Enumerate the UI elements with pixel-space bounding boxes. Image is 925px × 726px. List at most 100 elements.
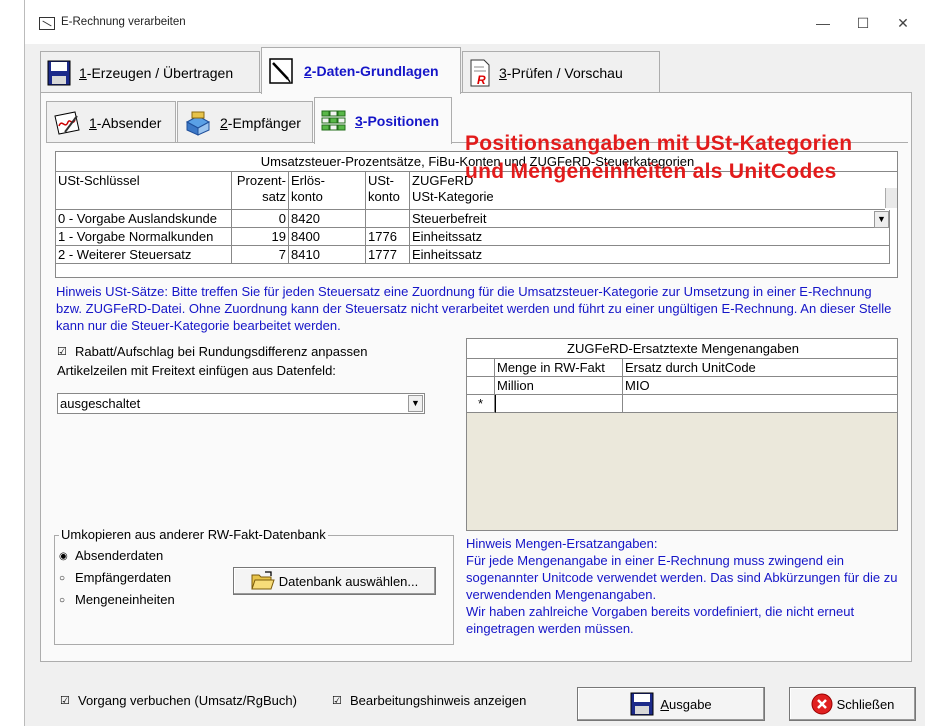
output-label: usgabe (669, 696, 712, 712)
floppy-disk-icon (630, 692, 654, 716)
show-hint-option[interactable]: ☑ Bearbeitungshinweis anzeigen (332, 693, 526, 708)
radio-empfaengerdaten[interactable]: ○ Empfängerdaten (59, 570, 171, 585)
unit-row-selector[interactable] (467, 377, 495, 395)
vat-header-revenue-account: Erlös-konto (289, 172, 366, 210)
minimize-button[interactable]: — (803, 10, 843, 36)
tab-erzeugen-key: 1 (79, 64, 87, 81)
book-checkbox[interactable]: ☑ (60, 695, 72, 708)
subtab-empfaenger-label: -Empfänger (227, 114, 301, 131)
vat-row-0-revenue[interactable]: 8420 (289, 210, 366, 228)
unit-hint-title: Hinweis Mengen-Ersatzangaben: (466, 536, 658, 551)
title-bar: E-Rechnung verarbeiten — ☐ ✕ (25, 0, 925, 44)
unit-row-0-quantity[interactable]: Million (495, 377, 623, 395)
book-label: Vorgang verbuchen (Umsatz/RgBuch) (78, 693, 297, 708)
subtab-absender[interactable]: 1-Absender (46, 101, 176, 143)
vat-row-2-revenue[interactable]: 8410 (289, 246, 366, 264)
tab-page-positionen: Umsatzsteuer-Prozentsätze, FiBu-Konten u… (46, 142, 908, 657)
vat-row-1-category[interactable]: Einheitssatz (410, 228, 890, 246)
unit-table-caption: ZUGFeRD-Ersatztexte Mengenangaben (467, 339, 897, 359)
recipient-box-icon (185, 111, 211, 136)
radio-absenderdaten-label: Absenderdaten (75, 548, 164, 563)
grid-list-icon (321, 110, 346, 131)
radio-empty-icon[interactable]: ○ (59, 595, 69, 606)
tab-pruefen-vorschau[interactable]: R 3-Prüfen / Vorschau (462, 51, 660, 93)
book-transaction-option[interactable]: ☑ Vorgang verbuchen (Umsatz/RgBuch) (60, 693, 297, 708)
show-hint-checkbox[interactable]: ☑ (332, 695, 344, 708)
tab-daten-label: -Daten-Grundlagen (311, 63, 439, 79)
radio-selected-icon[interactable]: ◉ (59, 551, 69, 562)
vat-row-1-key[interactable]: 1 - Vorgabe Normalkunden (56, 228, 232, 246)
freetext-value: ausgeschaltet (60, 396, 141, 411)
unit-hint-more: Wir haben zahlreiche Vorgaben bereits vo… (466, 604, 855, 636)
select-database-button[interactable]: Datenbank auswählen... (233, 567, 436, 595)
floppy-disk-icon (47, 60, 71, 85)
vat-row-2-category[interactable]: Einheitssatz (410, 246, 890, 264)
signature-icon (54, 110, 80, 135)
vat-row-0-key[interactable]: 0 - Vorgabe Auslandskunde (56, 210, 232, 228)
window-title: E-Rechnung verarbeiten (61, 16, 186, 28)
copy-group-legend: Umkopieren aus anderer RW-Fakt-Datenbank (59, 527, 328, 542)
unit-header-selector (467, 359, 495, 377)
vat-row-1-rate[interactable]: 19 (232, 228, 289, 246)
subtab-positionen-label: -Positionen (362, 113, 440, 129)
output-key: A (660, 696, 669, 712)
subtab-positionen[interactable]: 3-Positionen (314, 97, 452, 144)
vat-row-1-vat-account[interactable]: 1776 (366, 228, 410, 246)
unit-header-quantity: Menge in RW-Fakt (495, 359, 623, 377)
window: E-Rechnung verarbeiten — ☐ ✕ 1-Erzeugen … (24, 0, 925, 726)
radio-empty-icon[interactable]: ○ (59, 573, 69, 584)
radio-mengeneinheiten[interactable]: ○ Mengeneinheiten (59, 592, 175, 607)
subtab-positionen-key: 3 (355, 113, 363, 129)
tab-pruefen-label: -Prüfen / Vorschau (506, 64, 623, 81)
radio-empfaengerdaten-label: Empfängerdaten (75, 570, 172, 585)
unit-new-row-code[interactable] (623, 395, 897, 413)
vat-row-1-revenue[interactable]: 8400 (289, 228, 366, 246)
svg-text:R: R (477, 73, 486, 87)
unit-hint: Hinweis Mengen-Ersatzangaben: Für jede M… (466, 535, 906, 650)
vat-row-2-rate[interactable]: 7 (232, 246, 289, 264)
tab-pruefen-key: 3 (499, 64, 507, 81)
edit-document-icon (269, 58, 293, 84)
tab-daten-grundlagen[interactable]: 2-Daten-Grundlagen (261, 47, 461, 94)
freetext-field-select[interactable]: ausgeschaltet ▼ (57, 393, 425, 414)
show-hint-label: Bearbeitungshinweis anzeigen (350, 693, 527, 708)
vat-hint-text: Hinweis USt-Sätze: Bitte treffen Sie für… (56, 284, 892, 333)
unit-header-unitcode: Ersatz durch UnitCode (623, 359, 897, 377)
subtab-absender-key: 1 (89, 114, 97, 131)
close-button[interactable]: Schließen (789, 687, 916, 721)
copy-database-group: Umkopieren aus anderer RW-Fakt-Datenbank… (54, 527, 454, 645)
select-database-label: Datenbank auswählen... (278, 573, 419, 589)
unit-new-row-quantity[interactable] (495, 395, 623, 413)
rounding-option[interactable]: ☑ Rabatt/Aufschlag bei Rundungsdifferenz … (57, 344, 367, 359)
overlay-annotation: Positionsangaben mit USt-Kategorien und … (465, 132, 853, 183)
vat-header-vat-account: USt-konto (366, 172, 410, 210)
maximize-button[interactable]: ☐ (843, 10, 883, 36)
vat-row-2-key[interactable]: 2 - Weiterer Steuersatz (56, 246, 232, 264)
chevron-down-icon[interactable]: ▼ (408, 395, 423, 412)
unit-code-table[interactable]: ZUGFeRD-Ersatztexte Mengenangaben Menge … (466, 338, 898, 531)
vat-row-0-vat-account[interactable] (366, 210, 410, 228)
category-dropdown-button[interactable]: ▼ (874, 211, 889, 228)
vat-row-0-rate[interactable]: 0 (232, 210, 289, 228)
vat-row-0-category[interactable]: Steuerbefreit (410, 210, 890, 228)
vat-header-rate: Prozent-satz (232, 172, 289, 210)
subtab-absender-label: -Absender (96, 114, 162, 131)
rounding-label: Rabatt/Aufschlag bei Rundungsdifferenz a… (75, 344, 368, 359)
unit-row-0-code[interactable]: MIO (623, 377, 897, 395)
freetext-label: Artikelzeilen mit Freitext einfügen aus … (57, 363, 336, 378)
new-row-marker: * (467, 395, 495, 413)
close-icon (811, 693, 833, 715)
radio-absenderdaten[interactable]: ◉ Absenderdaten (59, 548, 163, 563)
vat-header-key: USt-Schlüssel (56, 172, 232, 210)
tab-erzeugen-label: -Erzeugen / Übertragen (86, 64, 234, 81)
vat-row-2-vat-account[interactable]: 1777 (366, 246, 410, 264)
subtab-empfaenger[interactable]: 2-Empfänger (177, 101, 313, 143)
rounding-checkbox[interactable]: ☑ (57, 346, 69, 359)
close-window-button[interactable]: ✕ (883, 10, 923, 36)
subtab-empfaenger-key: 2 (220, 114, 228, 131)
radio-mengeneinheiten-label: Mengeneinheiten (75, 592, 175, 607)
vat-header-scroll[interactable] (885, 188, 897, 208)
tab-erzeugen[interactable]: 1-Erzeugen / Übertragen (40, 51, 260, 93)
output-button[interactable]: Ausgabe (577, 687, 765, 721)
unit-hint-body: Für jede Mengenangabe in einer E-Rechnun… (466, 553, 898, 602)
